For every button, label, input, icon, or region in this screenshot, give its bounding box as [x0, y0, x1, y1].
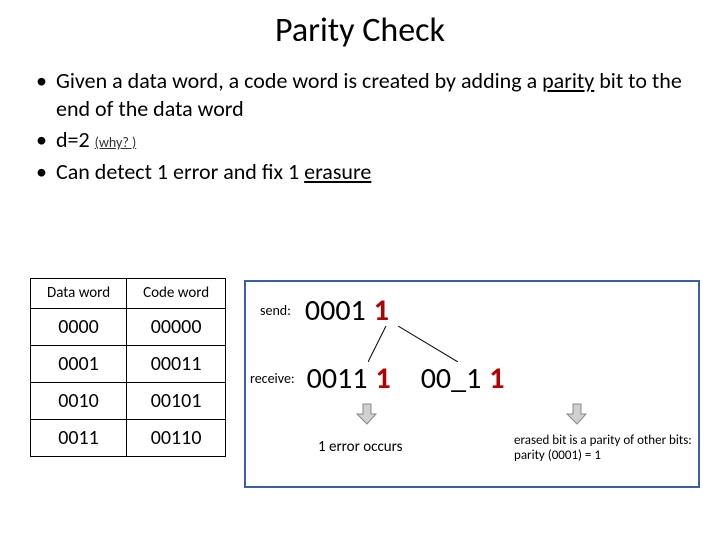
cell-data-1: 0001	[31, 345, 127, 382]
diagram-box: send: 0001 1 receive: 0011 1 00_1 1	[244, 280, 700, 488]
th1-text: Data word	[47, 284, 110, 302]
cell-data-0: 0000	[31, 308, 127, 345]
receive-label: receive:	[250, 370, 295, 387]
cell-code-2: 00101	[127, 382, 226, 419]
recv1-parity: 1	[376, 360, 391, 397]
table-row: 0000 00000	[31, 308, 226, 345]
recv2-data: 00_1	[421, 360, 482, 397]
table-row: 0011 00110	[31, 419, 226, 456]
bullet-1-pre: Given a data word, a code word is create…	[56, 67, 542, 94]
bullet-1-underline: parity	[542, 67, 594, 94]
note-erasure: erased bit is a parity of other bits: pa…	[514, 434, 692, 464]
bullet-2-why: (why? )	[95, 134, 137, 151]
th2-text: Code word	[143, 284, 209, 302]
split-lines-icon	[368, 326, 458, 362]
bullet-2-pre: d=2	[56, 126, 95, 153]
bullet-3-pre: Can detect 1 error and fix 1	[56, 158, 304, 185]
table-row: 0010 00101	[31, 382, 226, 419]
send-parity: 1	[374, 292, 389, 329]
page-title: Parity Check	[0, 0, 720, 51]
recv1-data: 0011	[307, 360, 368, 397]
send-row: send: 0001 1	[260, 292, 389, 329]
down-arrow-icon	[566, 402, 588, 426]
receive-row: receive: 0011 1 00_1 1	[250, 360, 505, 397]
bullet-list: Given a data word, a code word is create…	[0, 51, 720, 185]
down-arrow-icon	[356, 402, 378, 426]
send-data: 0001	[305, 292, 366, 329]
recv2-parity: 1	[489, 360, 504, 397]
table-header-code: Code word	[127, 279, 226, 309]
cell-code-0: 00000	[127, 308, 226, 345]
code-table: Data word Code word 0000 00000 0001 0001…	[30, 278, 226, 457]
receive-code-1: 0011 1	[307, 360, 391, 397]
note-error: 1 error occurs	[318, 438, 403, 456]
bullet-3: Can detect 1 error and fix 1 erasure	[56, 158, 684, 186]
send-label: send:	[260, 302, 291, 319]
table-row: 0001 00011	[31, 345, 226, 382]
bullet-1: Given a data word, a code word is create…	[56, 67, 684, 122]
bullet-3-underline: erasure	[304, 158, 371, 185]
send-code: 0001 1	[305, 292, 389, 329]
cell-data-2: 0010	[31, 382, 127, 419]
cell-data-3: 0011	[31, 419, 127, 456]
table-header-data: Data word	[31, 279, 127, 309]
receive-code-2: 00_1 1	[421, 360, 505, 397]
cell-code-3: 00110	[127, 419, 226, 456]
bullet-2: d=2 (why? )	[56, 126, 684, 154]
cell-code-1: 00011	[127, 345, 226, 382]
